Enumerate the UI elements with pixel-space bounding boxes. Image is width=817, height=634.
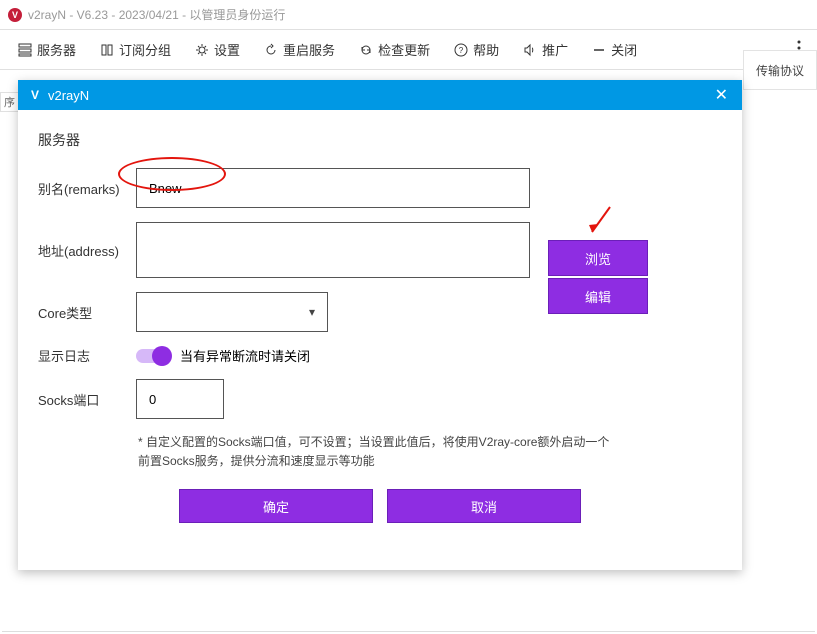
remarks-input[interactable] [136, 168, 530, 208]
dialog-titlebar[interactable]: V v2rayN ✕ [18, 80, 742, 110]
svg-text:?: ? [459, 46, 464, 55]
help-icon: ? [454, 43, 468, 57]
toolbar-promo-label: 推广 [542, 40, 568, 59]
toolbar-help-label: 帮助 [473, 40, 499, 59]
window-titlebar: V v2rayN - V6.23 - 2023/04/21 - 以管理员身份运行 [0, 0, 817, 30]
ok-button[interactable]: 确定 [179, 489, 373, 523]
toolbar-update-label: 检查更新 [378, 40, 430, 59]
show-log-toggle[interactable] [136, 349, 170, 363]
toolbar-servers-label: 服务器 [37, 40, 76, 59]
toggle-knob [152, 346, 172, 366]
socks-port-input[interactable] [136, 379, 224, 419]
toolbar-sub-group[interactable]: 订阅分组 [90, 34, 181, 65]
app-logo-icon: V [8, 8, 22, 22]
label-socks-port: Socks端口 [38, 390, 136, 409]
label-show-log: 显示日志 [38, 346, 136, 365]
update-icon [359, 43, 373, 57]
dialog-app-icon: V [28, 88, 42, 102]
bg-column-protocol-label: 传输协议 [756, 62, 804, 79]
browse-button[interactable]: 浏览 [548, 240, 648, 276]
bg-column-protocol: 传输协议 [743, 50, 817, 90]
toolbar-sub-group-label: 订阅分组 [119, 40, 171, 59]
server-config-dialog: V v2rayN ✕ 服务器 别名(remarks) 地址(address) C… [18, 80, 742, 570]
toolbar-servers[interactable]: 服务器 [8, 34, 86, 65]
restart-icon [264, 43, 278, 57]
bg-left-column-stub: 序 [0, 92, 18, 112]
section-title-server: 服务器 [38, 130, 722, 150]
sub-group-icon [100, 43, 114, 57]
dialog-title: v2rayN [48, 88, 89, 103]
toolbar-restart-service[interactable]: 重启服务 [254, 34, 345, 65]
socks-help-text: * 自定义配置的Socks端口值，可不设置；当设置此值后，将使用V2ray-co… [138, 433, 618, 471]
label-remarks: 别名(remarks) [38, 179, 136, 198]
label-core-type: Core类型 [38, 303, 136, 322]
toolbar-close[interactable]: 关闭 [582, 34, 647, 65]
toolbar-close-label: 关闭 [611, 40, 637, 59]
label-address: 地址(address) [38, 241, 136, 260]
window-title: v2rayN - V6.23 - 2023/04/21 - 以管理员身份运行 [28, 6, 285, 23]
cancel-button[interactable]: 取消 [387, 489, 581, 523]
close-icon: ✕ [715, 87, 728, 104]
toolbar-check-update[interactable]: 检查更新 [349, 34, 440, 65]
minimize-icon [592, 43, 606, 57]
window-bottom-border [2, 631, 815, 632]
toolbar-settings-label: 设置 [214, 40, 240, 59]
toolbar-settings[interactable]: 设置 [185, 34, 250, 65]
ok-button-label: 确定 [263, 497, 289, 516]
toolbar-help[interactable]: ? 帮助 [444, 34, 509, 65]
cancel-button-label: 取消 [471, 497, 497, 516]
main-toolbar: 服务器 订阅分组 设置 重启服务 检查更新 ? 帮助 推广 [0, 30, 817, 70]
speaker-icon [523, 43, 537, 57]
toolbar-promo[interactable]: 推广 [513, 34, 578, 65]
gear-icon [195, 43, 209, 57]
edit-button-label: 编辑 [585, 287, 611, 306]
browse-button-label: 浏览 [585, 249, 611, 268]
core-type-select[interactable]: ▾ [136, 292, 328, 332]
edit-button[interactable]: 编辑 [548, 278, 648, 314]
dialog-body: 服务器 别名(remarks) 地址(address) Core类型 ▾ 显示日… [18, 110, 742, 570]
dialog-close-button[interactable]: ✕ [711, 85, 732, 105]
chevron-down-icon: ▾ [309, 305, 315, 319]
toolbar-restart-label: 重启服务 [283, 40, 335, 59]
address-input[interactable] [136, 222, 530, 278]
toggle-hint-text: 当有异常断流时请关闭 [180, 346, 310, 365]
servers-icon [18, 43, 32, 57]
